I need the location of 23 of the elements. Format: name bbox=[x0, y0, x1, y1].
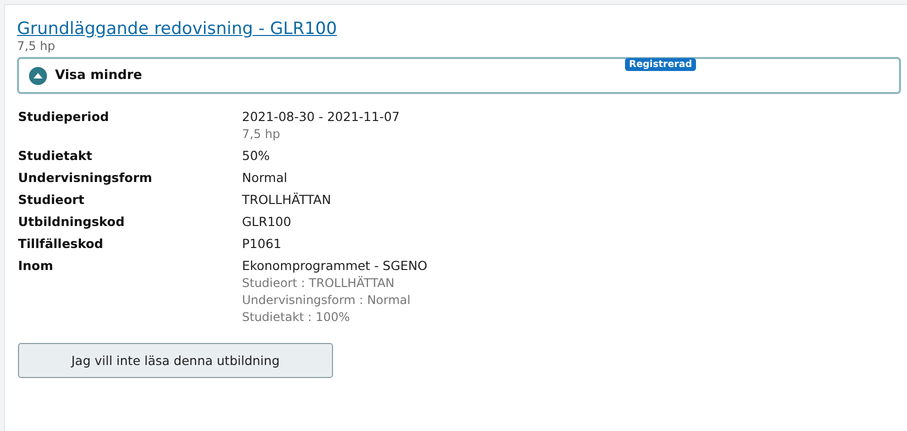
decline-button[interactable]: Jag vill inte läsa denna utbildning bbox=[18, 343, 333, 378]
course-credits: 7,5 hp bbox=[17, 39, 56, 53]
course-title-link[interactable]: Grundläggande redovisning - GLR100 bbox=[17, 19, 337, 39]
detail-value: 2021-08-30 - 2021-11-07 bbox=[242, 109, 401, 124]
detail-label: Studietakt bbox=[18, 148, 94, 163]
detail-value: GLR100 bbox=[242, 214, 292, 229]
detail-note: Studieort : TROLLHÄTTAN bbox=[242, 276, 396, 290]
detail-label: Tillfälleskod bbox=[18, 236, 104, 251]
detail-note: Undervisningsform : Normal bbox=[242, 293, 412, 307]
detail-note: 7,5 hp bbox=[242, 127, 282, 141]
detail-label: Undervisningsform bbox=[18, 170, 154, 185]
detail-value: TROLLHÄTTAN bbox=[242, 192, 332, 207]
detail-note: Studietakt : 100% bbox=[242, 310, 351, 324]
status-badge: Registrerad bbox=[625, 58, 696, 71]
detail-value: P1061 bbox=[242, 236, 282, 251]
detail-label: Utbildningskod bbox=[18, 214, 126, 229]
detail-label: Studieperiod bbox=[18, 109, 110, 126]
detail-label: Studieort bbox=[18, 192, 86, 207]
detail-value: Ekonomprogrammet - SGENO bbox=[242, 258, 428, 273]
detail-value: Normal bbox=[242, 170, 288, 185]
collapse-icon bbox=[29, 66, 47, 84]
detail-value: 50% bbox=[242, 148, 271, 163]
detail-label: Inom bbox=[18, 258, 54, 275]
